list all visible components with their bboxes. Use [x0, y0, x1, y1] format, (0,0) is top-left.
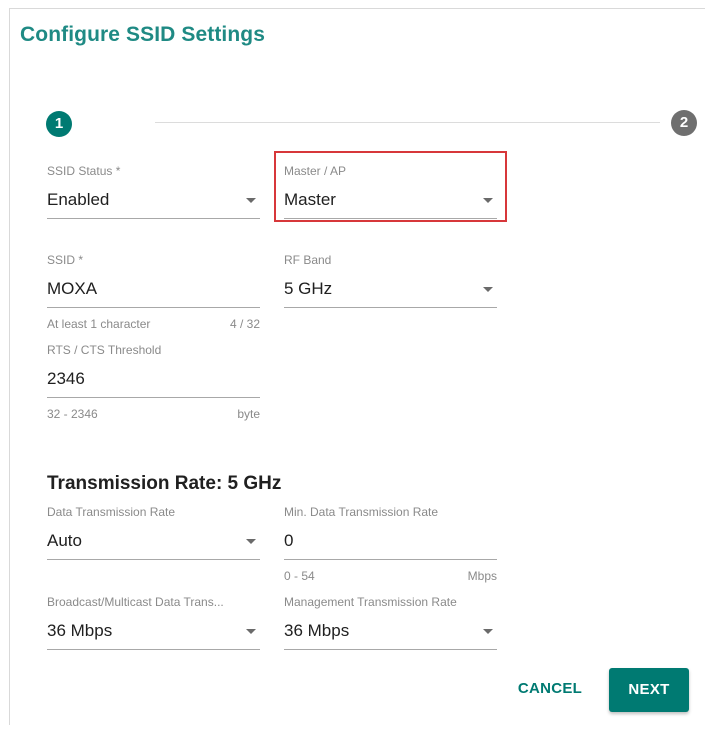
rts-cts-label: RTS / CTS Threshold — [47, 343, 162, 357]
field-underline — [284, 307, 497, 308]
dropdown-caret-icon — [483, 287, 493, 292]
rts-cts-range-hint: 32 - 2346 — [47, 407, 98, 421]
min-data-tx-rate-input[interactable]: 0 — [284, 531, 293, 551]
mgmt-rate-select[interactable]: Management Transmission Rate 36 Mbps — [284, 595, 497, 655]
mgmt-rate-label: Management Transmission Rate — [284, 595, 457, 609]
broadcast-rate-select[interactable]: Broadcast/Multicast Data Trans... 36 Mbp… — [47, 595, 260, 655]
field-underline — [47, 307, 260, 308]
ssid-hint: At least 1 character — [47, 317, 151, 331]
field-underline — [47, 649, 260, 650]
ssid-status-select[interactable]: SSID Status * Enabled — [47, 164, 260, 224]
field-underline — [47, 397, 260, 398]
data-tx-rate-value: Auto — [47, 531, 82, 550]
ssid-status-value: Enabled — [47, 190, 110, 209]
field-underline — [47, 218, 260, 219]
cancel-button[interactable]: CANCEL — [508, 668, 592, 710]
field-underline — [284, 649, 497, 650]
step-2-indicator: 2 — [671, 110, 697, 136]
dropdown-caret-icon — [246, 629, 256, 634]
ssid-char-counter: 4 / 32 — [229, 317, 260, 331]
dropdown-caret-icon — [246, 539, 256, 544]
next-button[interactable]: NEXT — [609, 668, 689, 712]
dropdown-caret-icon — [246, 198, 256, 203]
broadcast-rate-label: Broadcast/Multicast Data Trans... — [47, 595, 224, 609]
rf-band-label: RF Band — [284, 253, 332, 267]
ssid-field[interactable]: SSID * MOXA At least 1 character 4 / 32 — [47, 253, 260, 337]
ssid-input[interactable]: MOXA — [47, 279, 97, 299]
highlight-box — [274, 151, 507, 222]
ssid-label: SSID * — [47, 253, 84, 267]
rts-cts-input[interactable]: 2346 — [47, 369, 85, 389]
ssid-status-label: SSID Status * — [47, 164, 121, 178]
min-data-tx-rate-field[interactable]: Min. Data Transmission Rate 0 0 - 54 Mbp… — [284, 505, 497, 589]
field-underline — [284, 559, 497, 560]
min-data-tx-rate-range-hint: 0 - 54 — [284, 569, 315, 583]
data-tx-rate-select[interactable]: Data Transmission Rate Auto — [47, 505, 260, 565]
step-1-indicator: 1 — [46, 111, 72, 137]
rts-cts-field[interactable]: RTS / CTS Threshold 2346 32 - 2346 byte — [47, 343, 260, 427]
broadcast-rate-value: 36 Mbps — [47, 621, 113, 640]
configure-ssid-dialog: Configure SSID Settings 1 2 SSID Status … — [9, 8, 705, 725]
mgmt-rate-value: 36 Mbps — [284, 621, 350, 640]
min-data-tx-rate-unit: Mbps — [467, 569, 497, 583]
field-underline — [47, 559, 260, 560]
data-tx-rate-label: Data Transmission Rate — [47, 505, 176, 519]
dialog-title: Configure SSID Settings — [20, 23, 265, 46]
rf-band-value: 5 GHz — [284, 279, 333, 298]
rts-cts-unit: byte — [237, 407, 260, 421]
transmission-rate-heading: Transmission Rate: 5 GHz — [47, 473, 282, 494]
dropdown-caret-icon — [483, 629, 493, 634]
min-data-tx-rate-label: Min. Data Transmission Rate — [284, 505, 439, 519]
rf-band-select[interactable]: RF Band 5 GHz — [284, 253, 497, 313]
stepper-connector — [155, 122, 660, 123]
